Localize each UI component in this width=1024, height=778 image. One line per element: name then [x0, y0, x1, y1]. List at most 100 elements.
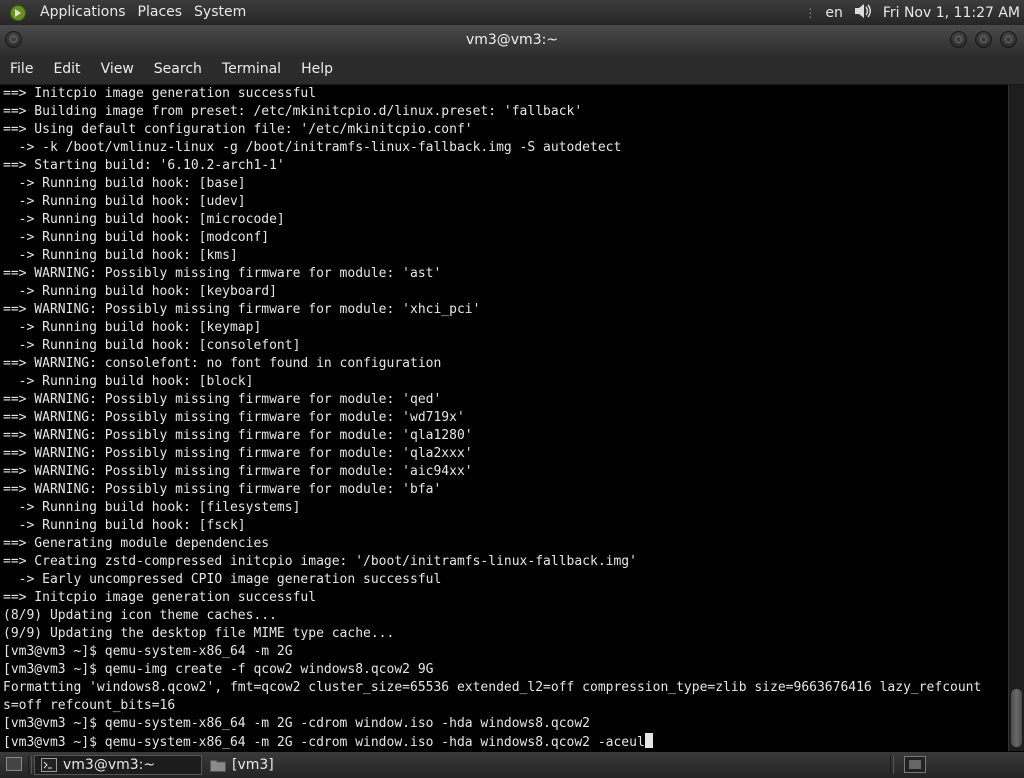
- terminal-line: -> Running build hook: [keyboard]: [3, 283, 277, 301]
- keyboard-layout-indicator[interactable]: en: [825, 5, 843, 21]
- volume-icon[interactable]: [853, 2, 873, 24]
- terminal-line-text: [vm3@vm3 ~]$ qemu-system-x86_64 -m 2G -c…: [3, 735, 645, 750]
- terminal-line: [vm3@vm3 ~]$ qemu-img create -f qcow2 wi…: [3, 661, 433, 679]
- terminal-line: ==> Building image from preset: /etc/mki…: [3, 103, 582, 121]
- terminal-line: Formatting 'windows8.qcow2', fmt=qcow2 c…: [3, 679, 981, 697]
- terminal-line: -> Running build hook: [fsck]: [3, 517, 246, 535]
- terminal-line-text: -> Early uncompressed CPIO image generat…: [3, 572, 442, 587]
- terminal-line: ==> Creating zstd-compressed initcpio im…: [3, 553, 637, 571]
- terminal-line-text: Formatting 'windows8.qcow2', fmt=qcow2 c…: [3, 680, 982, 695]
- terminal-scrollbar[interactable]: [1008, 85, 1024, 751]
- terminal-line-text: -> Running build hook: [keyboard]: [3, 284, 277, 299]
- terminal-icon: [41, 758, 57, 772]
- terminal-line: ==> Starting build: '6.10.2-arch1-1': [3, 157, 285, 175]
- menu-help[interactable]: Help: [291, 55, 343, 84]
- terminal-line-text: -> Running build hook: [consolefont]: [3, 338, 301, 353]
- system-menu[interactable]: System: [188, 0, 252, 25]
- terminal-line: -> -k /boot/vmlinuz-linux -g /boot/initr…: [3, 139, 622, 157]
- terminal-cursor: [644, 733, 653, 748]
- terminal-line-text: -> Running build hook: [kms]: [3, 248, 238, 263]
- close-icon[interactable]: [1000, 31, 1017, 48]
- terminal-line-text: -> Running build hook: [microcode]: [3, 212, 285, 227]
- terminal-line: ==> WARNING: Possibly missing firmware f…: [3, 409, 465, 427]
- terminal-line: ==> Using default configuration file: '/…: [3, 121, 473, 139]
- menu-view[interactable]: View: [91, 55, 144, 84]
- terminal-line-text: -> Running build hook: [keymap]: [3, 320, 262, 335]
- terminal-line-text: -> Running build hook: [base]: [3, 176, 246, 191]
- taskbar-item-terminal[interactable]: vm3@vm3:~: [34, 755, 202, 775]
- terminal-line-text: ==> WARNING: Possibly missing firmware f…: [3, 428, 473, 443]
- terminal-line-text: -> Running build hook: [modconf]: [3, 230, 270, 245]
- terminal-line: -> Running build hook: [filesystems]: [3, 499, 301, 517]
- terminal-output[interactable]: ==> Initcpio image generation successful…: [0, 85, 1008, 751]
- terminal-line: -> Early uncompressed CPIO image generat…: [3, 571, 442, 589]
- menu-terminal[interactable]: Terminal: [212, 55, 291, 84]
- terminal-line: ==> WARNING: Possibly missing firmware f…: [3, 481, 441, 499]
- terminal-line-text: -> Running build hook: [block]: [3, 374, 254, 389]
- places-menu[interactable]: Places: [132, 0, 189, 25]
- scrollbar-thumb[interactable]: [1011, 689, 1022, 747]
- terminal-line: (8/9) Updating icon theme caches...: [3, 607, 277, 625]
- terminal-line-text: [vm3@vm3 ~]$ qemu-system-x86_64 -m 2G: [3, 644, 293, 659]
- terminal-line: ==> WARNING: Possibly missing firmware f…: [3, 427, 473, 445]
- menu-file[interactable]: File: [0, 55, 43, 84]
- terminal-line-text: ==> WARNING: Possibly missing firmware f…: [3, 464, 473, 479]
- terminal-line-text: [vm3@vm3 ~]$ qemu-system-x86_64 -m 2G -c…: [3, 716, 590, 731]
- terminal-line-text: ==> WARNING: Possibly missing firmware f…: [3, 446, 473, 461]
- top-panel: Applications Places System ⋮ en Fri Nov …: [0, 0, 1024, 25]
- terminal-line-text: ==> Generating module dependencies: [3, 536, 270, 551]
- panel-separator: [28, 756, 32, 774]
- folder-icon: [210, 760, 226, 772]
- taskbar-item-label: vm3@vm3:~: [63, 757, 156, 773]
- show-desktop-icon[interactable]: [6, 757, 22, 771]
- terminal-line: ==> Initcpio image generation successful: [3, 85, 316, 103]
- workspace-switcher[interactable]: [904, 756, 926, 773]
- bottom-panel: vm3@vm3:~ [vm3]: [0, 752, 1024, 778]
- terminal-line: -> Running build hook: [block]: [3, 373, 254, 391]
- panel-separator: [890, 756, 894, 774]
- minimize-icon[interactable]: [950, 31, 967, 48]
- terminal-line: ==> WARNING: Possibly missing firmware f…: [3, 391, 441, 409]
- terminal-line-text: -> Running build hook: [filesystems]: [3, 500, 301, 515]
- terminal-line: (9/9) Updating the desktop file MIME typ…: [3, 625, 394, 643]
- menu-edit[interactable]: Edit: [43, 55, 90, 84]
- terminal-line-text: ==> WARNING: Possibly missing firmware f…: [3, 410, 465, 425]
- terminal-line-text: -> -k /boot/vmlinuz-linux -g /boot/initr…: [3, 140, 622, 155]
- terminal-line-text: (9/9) Updating the desktop file MIME typ…: [3, 626, 395, 641]
- terminal-line-text: ==> Using default configuration file: '/…: [3, 122, 473, 137]
- terminal-line: s=off refcount_bits=16: [3, 697, 175, 715]
- terminal-line-text: ==> WARNING: Possibly missing firmware f…: [3, 482, 442, 497]
- terminal-line: -> Running build hook: [microcode]: [3, 211, 285, 229]
- terminal-line: [vm3@vm3 ~]$ qemu-system-x86_64 -m 2G -c…: [3, 715, 590, 733]
- terminal-line: -> Running build hook: [modconf]: [3, 229, 269, 247]
- clock[interactable]: Fri Nov 1, 11:27 AM: [883, 5, 1020, 21]
- terminal-line: ==> Initcpio image generation successful: [3, 589, 316, 607]
- window-titlebar[interactable]: vm3@vm3:~: [0, 25, 1024, 55]
- terminal-line-text: ==> Initcpio image generation successful: [3, 590, 317, 605]
- window-title: vm3@vm3:~: [465, 32, 559, 48]
- terminal-line: -> Running build hook: [base]: [3, 175, 246, 193]
- terminal-line: ==> WARNING: Possibly missing firmware f…: [3, 445, 473, 463]
- terminal-line: ==> Generating module dependencies: [3, 535, 269, 553]
- terminal-line-text: ==> Starting build: '6.10.2-arch1-1': [3, 158, 285, 173]
- distro-logo-icon[interactable]: [8, 3, 28, 23]
- terminal-line-text: ==> Building image from preset: /etc/mki…: [3, 104, 583, 119]
- terminal-line: ==> WARNING: Possibly missing firmware f…: [3, 265, 441, 283]
- terminal-line-text: s=off refcount_bits=16: [3, 698, 176, 713]
- terminal-line-text: ==> Initcpio image generation successful: [3, 86, 317, 101]
- terminal-line: [vm3@vm3 ~]$ qemu-system-x86_64 -m 2G -c…: [3, 733, 653, 751]
- terminal-line: ==> WARNING: Possibly missing firmware f…: [3, 463, 473, 481]
- terminal-line: -> Running build hook: [keymap]: [3, 319, 262, 337]
- taskbar-item-folder[interactable]: [vm3]: [204, 755, 324, 775]
- panel-separator: ⋮: [804, 5, 816, 20]
- applications-menu[interactable]: Applications: [34, 0, 132, 25]
- terminal-line-text: ==> WARNING: Possibly missing firmware f…: [3, 392, 442, 407]
- terminal-line-text: [vm3@vm3 ~]$ qemu-img create -f qcow2 wi…: [3, 662, 434, 677]
- maximize-icon[interactable]: [975, 31, 992, 48]
- terminal-line: -> Running build hook: [udev]: [3, 193, 246, 211]
- terminal-line-text: (8/9) Updating icon theme caches...: [3, 608, 277, 623]
- terminal-line-text: -> Running build hook: [fsck]: [3, 518, 246, 533]
- menu-search[interactable]: Search: [144, 55, 212, 84]
- taskbar-item-label: [vm3]: [232, 757, 274, 773]
- terminal-line: ==> WARNING: Possibly missing firmware f…: [3, 301, 480, 319]
